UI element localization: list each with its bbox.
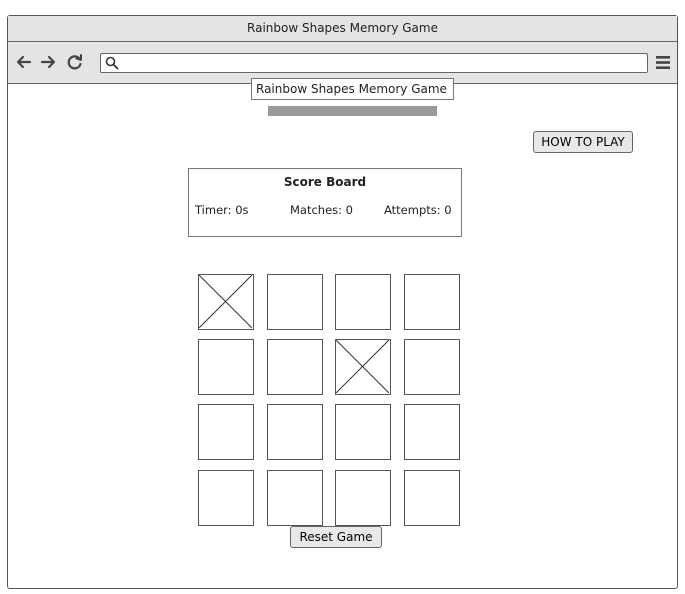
address-bar[interactable]	[100, 53, 648, 73]
memory-card[interactable]	[404, 274, 460, 330]
forward-arrow-icon[interactable]	[39, 53, 57, 71]
page-title: Rainbow Shapes Memory Game	[251, 78, 454, 100]
memory-card[interactable]	[335, 470, 391, 526]
memory-card[interactable]	[198, 470, 254, 526]
search-icon	[105, 56, 119, 70]
matches-label: Matches: 0	[290, 203, 354, 217]
reset-game-button[interactable]: Reset Game	[290, 526, 382, 548]
memory-card[interactable]	[267, 404, 323, 460]
memory-card[interactable]	[335, 339, 391, 395]
memory-card[interactable]	[198, 339, 254, 395]
memory-card[interactable]	[404, 470, 460, 526]
hamburger-menu-icon[interactable]	[656, 55, 670, 70]
memory-card[interactable]	[198, 274, 254, 330]
memory-card[interactable]	[335, 404, 391, 460]
timer-label: Timer: 0s	[195, 203, 249, 217]
how-to-play-button[interactable]: HOW TO PLAY	[533, 131, 633, 153]
title-underline-bar	[268, 106, 437, 116]
window-titlebar: Rainbow Shapes Memory Game	[8, 16, 677, 42]
score-board-title: Score Board	[283, 175, 367, 189]
score-board: Score Board Timer: 0s Matches: 0 Attempt…	[188, 168, 462, 237]
memory-card[interactable]	[335, 274, 391, 330]
memory-card[interactable]	[404, 339, 460, 395]
address-input[interactable]	[123, 55, 638, 71]
window-title: Rainbow Shapes Memory Game	[247, 21, 438, 35]
attempts-label: Attempts: 0	[384, 203, 452, 217]
memory-card[interactable]	[198, 404, 254, 460]
image-placeholder-icon	[336, 340, 389, 393]
memory-card[interactable]	[267, 339, 323, 395]
back-arrow-icon[interactable]	[15, 53, 33, 71]
reload-icon[interactable]	[66, 53, 84, 71]
memory-card[interactable]	[267, 274, 323, 330]
image-placeholder-icon	[199, 275, 252, 328]
memory-card[interactable]	[267, 470, 323, 526]
memory-card[interactable]	[404, 404, 460, 460]
